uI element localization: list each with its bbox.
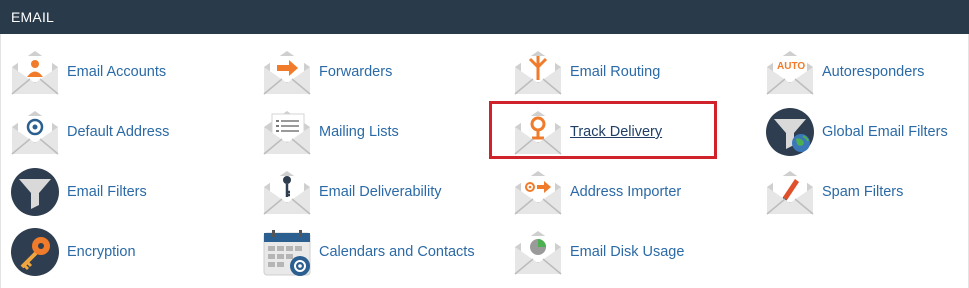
list-envelope-icon <box>263 111 311 155</box>
default-address-link[interactable]: Default Address <box>10 105 169 159</box>
email-filters-label: Email Filters <box>67 184 147 200</box>
key-envelope-icon <box>263 171 311 215</box>
key-circle-icon <box>11 228 59 276</box>
spam-filters-label: Spam Filters <box>822 184 904 200</box>
filter-icon <box>11 168 59 216</box>
global-email-filters-link[interactable]: Global Email Filters <box>765 105 948 159</box>
person-envelope-icon <box>11 51 59 95</box>
pencil-envelope-icon <box>766 171 814 215</box>
at-envelope-icon <box>11 111 59 155</box>
encryption-link[interactable]: Encryption <box>10 225 136 279</box>
calendars-contacts-link[interactable]: Calendars and Contacts <box>262 225 475 279</box>
import-envelope-icon <box>514 171 562 215</box>
calendars-contacts-label: Calendars and Contacts <box>319 244 475 260</box>
email-routing-link[interactable]: Email Routing <box>513 45 660 99</box>
email-accounts-label: Email Accounts <box>67 64 167 80</box>
mailing-lists-label: Mailing Lists <box>319 124 399 140</box>
address-importer-label: Address Importer <box>570 184 682 200</box>
encryption-label: Encryption <box>67 244 136 260</box>
address-importer-link[interactable]: Address Importer <box>513 165 681 219</box>
forwarders-label: Forwarders <box>319 64 393 80</box>
email-disk-usage-label: Email Disk Usage <box>570 244 685 260</box>
global-email-filters-label: Global Email Filters <box>822 124 948 140</box>
email-disk-usage-link[interactable]: Email Disk Usage <box>513 225 684 279</box>
default-address-label: Default Address <box>67 124 170 140</box>
email-deliverability-label: Email Deliverability <box>319 184 442 200</box>
email-deliverability-link[interactable]: Email Deliverability <box>262 165 441 219</box>
track-delivery-highlight-box <box>489 101 717 159</box>
auto-envelope-icon <box>766 51 814 95</box>
email-accounts-link[interactable]: Email Accounts <box>10 45 166 99</box>
routing-envelope-icon <box>514 51 562 95</box>
forwarders-link[interactable]: Forwarders <box>262 45 392 99</box>
autoresponders-link[interactable]: Autoresponders <box>765 45 924 99</box>
calendar-at-icon <box>263 230 311 276</box>
email-panel: Email Accounts Forwarders Email Routing <box>0 34 969 288</box>
email-section-header: EMAIL <box>0 0 969 34</box>
email-filters-link[interactable]: Email Filters <box>10 165 147 219</box>
arrow-envelope-icon <box>263 51 311 95</box>
autoresponders-label: Autoresponders <box>822 64 925 80</box>
email-routing-label: Email Routing <box>570 64 661 80</box>
globe-filter-icon <box>766 108 814 156</box>
pie-envelope-icon <box>514 231 562 275</box>
spam-filters-link[interactable]: Spam Filters <box>765 165 903 219</box>
auto-badge: AUTO <box>777 61 806 72</box>
mailing-lists-link[interactable]: Mailing Lists <box>262 105 399 159</box>
